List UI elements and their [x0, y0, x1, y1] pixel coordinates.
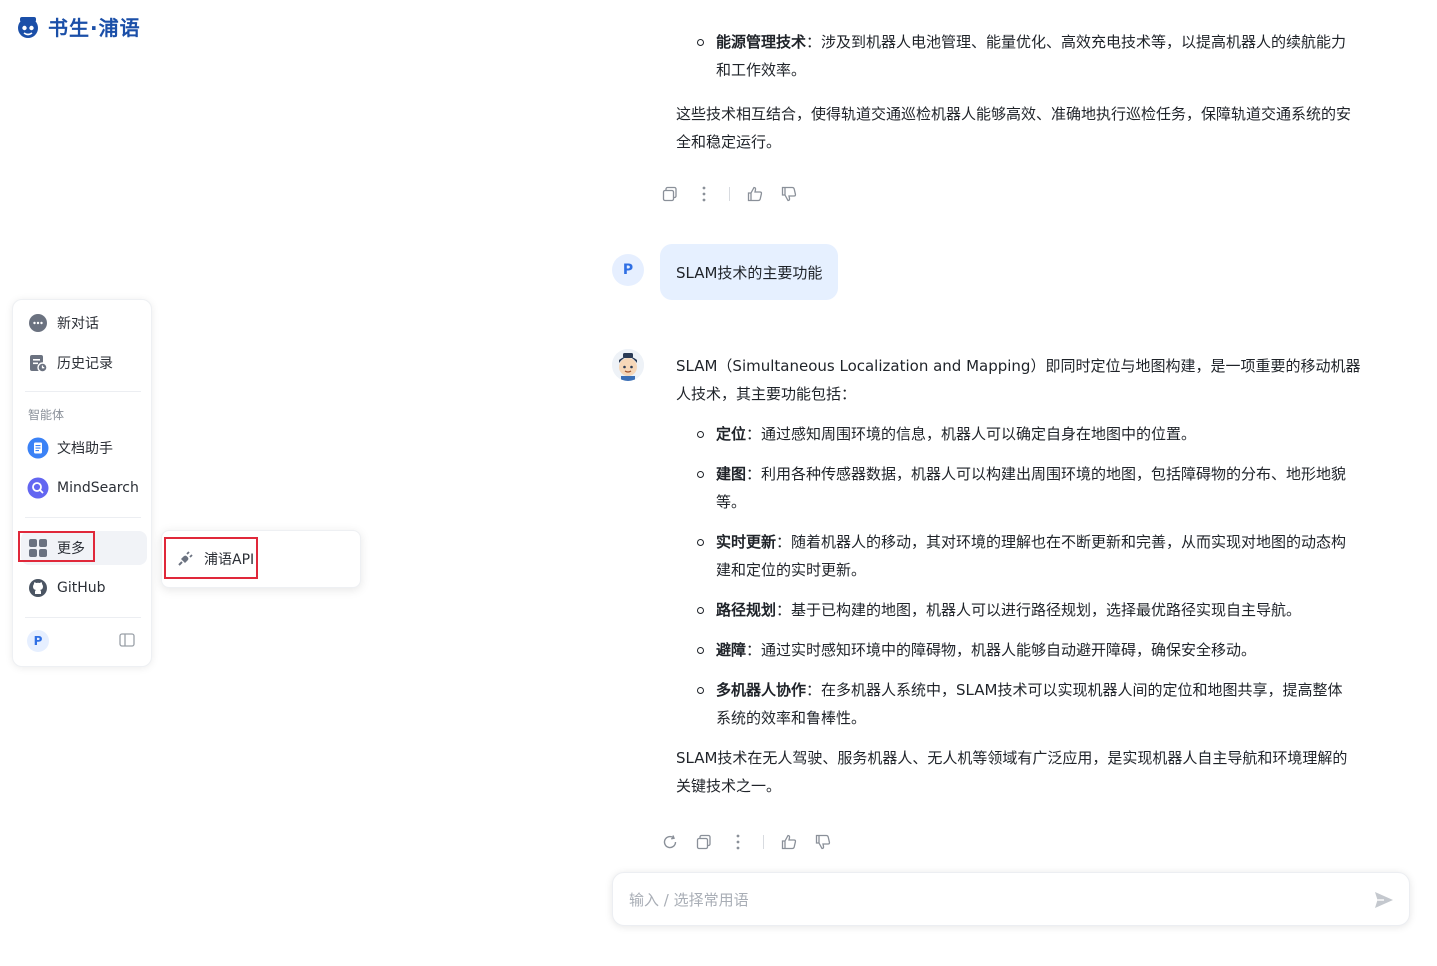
send-icon[interactable]	[1373, 889, 1395, 911]
answer-outro-line: 关键技术之一。	[676, 777, 782, 795]
list-item: 多机器人协作：在多机器人系统中，SLAM技术可以实现机器人间的定位和地图共享，提…	[676, 676, 1406, 732]
user-avatar[interactable]: P	[27, 630, 49, 652]
answer-actions	[661, 833, 832, 851]
item-title: 实时更新	[716, 533, 777, 551]
sidebar-item-label: MindSearch	[57, 480, 139, 496]
sidebar-item-github[interactable]: GitHub	[21, 571, 147, 605]
chat-input-box	[612, 872, 1410, 926]
list-item: 建图：利用各种传感器数据，机器人可以构建出周围环境的地图，包括障碍物的分布、地形…	[676, 460, 1406, 516]
thumbs-down-icon[interactable]	[780, 185, 798, 203]
section-label-agents: 智能体	[28, 408, 65, 422]
list-item: 路径规划：基于已构建的地图，机器人可以进行路径规划，选择最优路径实现自主导航。	[676, 596, 1406, 624]
item-text: ：随着机器人的移动，其对环境的理解也在不断更新和完善，从而实现对地图的动态构	[776, 533, 1347, 551]
item-title: 建图	[716, 465, 747, 483]
collapse-sidebar-icon[interactable]	[119, 632, 135, 648]
item-text: ：涉及到机器人电池管理、能量优化、高效充电技术等，以提高机器人的续航能力	[806, 33, 1347, 51]
highlight-box-more	[18, 531, 95, 562]
sidebar-item-history[interactable]: 历史记录	[21, 346, 147, 380]
item-text-cont: 等。	[716, 493, 747, 511]
assistant-answer: SLAM（Simultaneous Localization and Mappi…	[676, 352, 1406, 800]
answer-list: 定位：通过感知周围环境的信息，机器人可以确定自身在地图中的位置。 建图：利用各种…	[636, 420, 1406, 732]
regenerate-icon[interactable]	[661, 833, 679, 851]
item-title: 多机器人协作	[716, 681, 807, 699]
thumbs-up-icon[interactable]	[746, 185, 764, 203]
item-text: ：通过实时感知环境中的障碍物，机器人能够自动避开障碍，确保安全移动。	[746, 641, 1257, 659]
thumbs-up-icon[interactable]	[780, 833, 798, 851]
item-title: 定位	[716, 425, 747, 443]
answer-intro-line: 人技术，其主要功能包括：	[676, 385, 857, 403]
sidebar-item-doc-assistant[interactable]: 文档助手	[21, 431, 147, 465]
divider	[25, 391, 141, 392]
item-title: 路径规划	[716, 601, 777, 619]
sidebar-item-label: 历史记录	[57, 356, 113, 372]
copy-icon[interactable]	[695, 833, 713, 851]
sidebar-item-label: GitHub	[57, 580, 106, 596]
prev-answer-cont: 和工作效率。	[716, 61, 807, 79]
item-text: ：基于已构建的地图，机器人可以进行路径规划，选择最优路径实现自主导航。	[776, 601, 1302, 619]
item-text: ：利用各种传感器数据，机器人可以构建出周围环境的地图，包括障碍物的分布、地形地貌	[746, 465, 1347, 483]
item-text: ：在多机器人系统中，SLAM技术可以实现机器人间的定位和地图共享，提高整体	[806, 681, 1343, 699]
prev-answer-actions	[661, 185, 798, 203]
prev-answer-summary: 这些技术相互结合，使得轨道交通巡检机器人能够高效、准确地执行巡检任务，保障轨道交…	[676, 100, 1406, 156]
list-item: 定位：通过感知周围环境的信息，机器人可以确定自身在地图中的位置。	[676, 420, 1406, 448]
item-text: ：通过感知周围环境的信息，机器人可以确定自身在地图中的位置。	[746, 425, 1197, 443]
item-title: 避障	[716, 641, 747, 659]
document-assistant-icon	[27, 437, 49, 459]
copy-icon[interactable]	[661, 185, 679, 203]
github-icon	[27, 577, 49, 599]
item-text-cont: 系统的效率和鲁棒性。	[716, 709, 867, 727]
mindsearch-icon	[27, 477, 49, 499]
divider	[25, 517, 141, 518]
chat-input[interactable]	[629, 887, 1329, 913]
user-message-bubble: SLAM技术的主要功能	[660, 244, 839, 300]
sidebar-item-label: 新对话	[57, 316, 99, 332]
scholar-logo-icon	[18, 16, 38, 38]
sidebar-menu: 新对话 历史记录 智能体 文档助手 MindSearch 更多 GitHub P	[12, 299, 152, 667]
sidebar-item-new-chat[interactable]: 新对话	[21, 306, 147, 340]
summary-line: 全和稳定运行。	[676, 133, 782, 151]
logo-text: 书生·浦语	[48, 16, 141, 40]
divider	[763, 835, 764, 849]
more-vertical-icon[interactable]	[695, 185, 713, 203]
answer-intro-line: SLAM（Simultaneous Localization and Mappi…	[676, 357, 1361, 375]
history-icon	[27, 352, 49, 374]
item-title: 能源管理技术	[716, 33, 807, 51]
thumbs-down-icon[interactable]	[814, 833, 832, 851]
sidebar-item-label: 文档助手	[57, 441, 113, 457]
prev-answer-partial: 能源管理技术：涉及到机器人电池管理、能量优化、高效充电技术等，以提高机器人的续航…	[676, 28, 1406, 56]
answer-outro-line: SLAM技术在无人驾驶、服务机器人、无人机等领域有广泛应用，是实现机器人自主导航…	[676, 749, 1348, 767]
divider	[729, 187, 730, 201]
sidebar-item-mindsearch[interactable]: MindSearch	[21, 471, 147, 505]
app-logo[interactable]: 书生·浦语	[14, 12, 141, 41]
summary-line: 这些技术相互结合，使得轨道交通巡检机器人能够高效、准确地执行巡检任务，保障轨道交…	[676, 105, 1352, 123]
highlight-box-api	[164, 537, 258, 579]
list-item: 实时更新：随着机器人的移动，其对环境的理解也在不断更新和完善，从而实现对地图的动…	[676, 528, 1406, 584]
divider	[25, 617, 141, 618]
user-avatar: P	[612, 254, 644, 286]
list-item: 避障：通过实时感知环境中的障碍物，机器人能够自动避开障碍，确保安全移动。	[676, 636, 1406, 664]
more-vertical-icon[interactable]	[729, 833, 747, 851]
assistant-avatar-icon	[612, 349, 644, 381]
chat-bubble-icon	[27, 312, 49, 334]
item-text-cont: 建和定位的实时更新。	[716, 561, 867, 579]
